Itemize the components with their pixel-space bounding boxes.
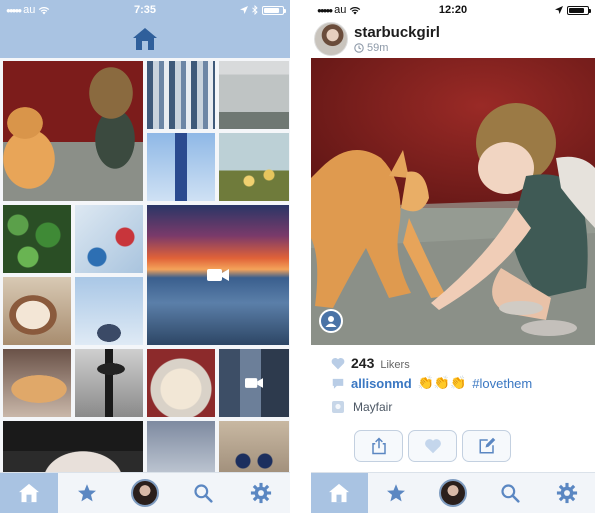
video-camera-icon	[207, 269, 229, 281]
gear-icon	[250, 482, 272, 504]
grid-photo[interactable]	[3, 277, 71, 345]
status-time: 12:20	[438, 4, 468, 16]
home-icon	[329, 483, 350, 503]
likes-count: 243	[351, 355, 375, 371]
location-arrow-icon	[239, 6, 248, 14]
tab-favorites[interactable]	[58, 473, 116, 513]
photo-grid	[3, 61, 289, 472]
grid-photo[interactable]	[219, 421, 289, 472]
tab-profile[interactable]	[425, 473, 482, 513]
grid-photo[interactable]	[3, 349, 71, 417]
tab-search[interactable]	[481, 473, 538, 513]
comment-button[interactable]	[462, 430, 511, 462]
home-icon[interactable]	[132, 27, 158, 51]
comment-username[interactable]: allisonmd	[351, 376, 412, 391]
grid-photo[interactable]	[147, 61, 215, 129]
user-avatar[interactable]	[314, 22, 348, 56]
battery-icon	[566, 5, 591, 15]
tab-home[interactable]	[311, 473, 368, 513]
post-header: starbuckgirl 59m	[311, 20, 595, 58]
tab-settings[interactable]	[232, 473, 290, 513]
edit-icon	[479, 437, 495, 454]
tab-bar	[311, 472, 595, 513]
bluetooth-icon	[252, 5, 258, 15]
location-arrow-icon	[554, 6, 563, 14]
comment-hashtag[interactable]: #lovethem	[472, 376, 532, 391]
share-icon	[371, 437, 386, 455]
comment-row: allisonmd 👏👏👏 #lovethem	[331, 375, 532, 391]
photo-image	[311, 58, 595, 345]
post-time: 59m	[354, 42, 440, 54]
grid-video[interactable]	[219, 349, 289, 417]
carrier-label: au	[23, 4, 36, 16]
grid-photo[interactable]	[75, 277, 143, 345]
home-icon	[19, 483, 39, 503]
location-row[interactable]: Mayfair	[331, 400, 392, 414]
grid-photo[interactable]	[3, 421, 143, 472]
clapping-emoji: 👏👏👏	[417, 375, 467, 390]
grid-photo[interactable]	[219, 61, 289, 129]
tab-home[interactable]	[0, 473, 58, 513]
grid-video[interactable]	[147, 205, 289, 345]
like-button[interactable]	[408, 430, 457, 462]
avatar	[131, 479, 159, 507]
search-icon	[501, 484, 520, 503]
tab-favorites[interactable]	[368, 473, 425, 513]
wifi-icon	[350, 6, 361, 14]
wifi-icon	[39, 6, 50, 14]
grid-photo[interactable]	[75, 205, 143, 273]
signal-icon: ●●●●●	[6, 5, 22, 15]
gear-icon	[556, 482, 577, 504]
signal-icon: ●●●●●	[317, 5, 333, 15]
star-icon	[387, 484, 406, 502]
status-bar: ●●●●● au 7:35	[0, 0, 290, 20]
grid-photo[interactable]	[147, 349, 215, 417]
clock-icon	[354, 43, 364, 53]
top-bar	[0, 20, 290, 58]
video-camera-icon	[245, 378, 263, 388]
likes-row[interactable]: 243 Likers	[331, 355, 410, 371]
tab-profile[interactable]	[116, 473, 174, 513]
share-button[interactable]	[354, 430, 403, 462]
tagged-user-icon[interactable]	[319, 309, 343, 333]
tab-bar	[0, 472, 290, 513]
grid-photo[interactable]	[219, 133, 289, 201]
battery-icon	[261, 5, 286, 15]
location-name: Mayfair	[353, 400, 393, 414]
likes-label: Likers	[380, 358, 410, 371]
star-icon	[78, 484, 96, 502]
status-time: 7:35	[133, 4, 156, 16]
location-pin-icon	[332, 401, 344, 413]
username[interactable]: starbuckgirl	[354, 24, 440, 41]
time-ago-label: 59m	[367, 42, 389, 54]
tab-settings[interactable]	[538, 473, 595, 513]
avatar	[438, 479, 467, 507]
heart-icon	[424, 439, 441, 454]
grid-photo[interactable]	[3, 61, 143, 201]
grid-photo[interactable]	[75, 349, 143, 417]
grid-photo[interactable]	[147, 421, 215, 472]
status-bar: ●●●●● au 12:20	[311, 0, 595, 20]
feed-grid-screen: ●●●●● au 7:35	[0, 0, 290, 513]
post-detail-screen: ●●●●● au 12:20 starbuckgirl 59m 243 Like…	[311, 0, 595, 513]
search-icon	[194, 484, 213, 503]
post-actions	[354, 430, 511, 462]
heart-icon	[331, 357, 345, 369]
post-photo[interactable]	[311, 58, 595, 345]
carrier-label: au	[334, 4, 347, 16]
comment-bubble-icon	[332, 378, 344, 389]
grid-photo[interactable]	[3, 205, 71, 273]
grid-photo[interactable]	[147, 133, 215, 201]
tab-search[interactable]	[174, 473, 232, 513]
